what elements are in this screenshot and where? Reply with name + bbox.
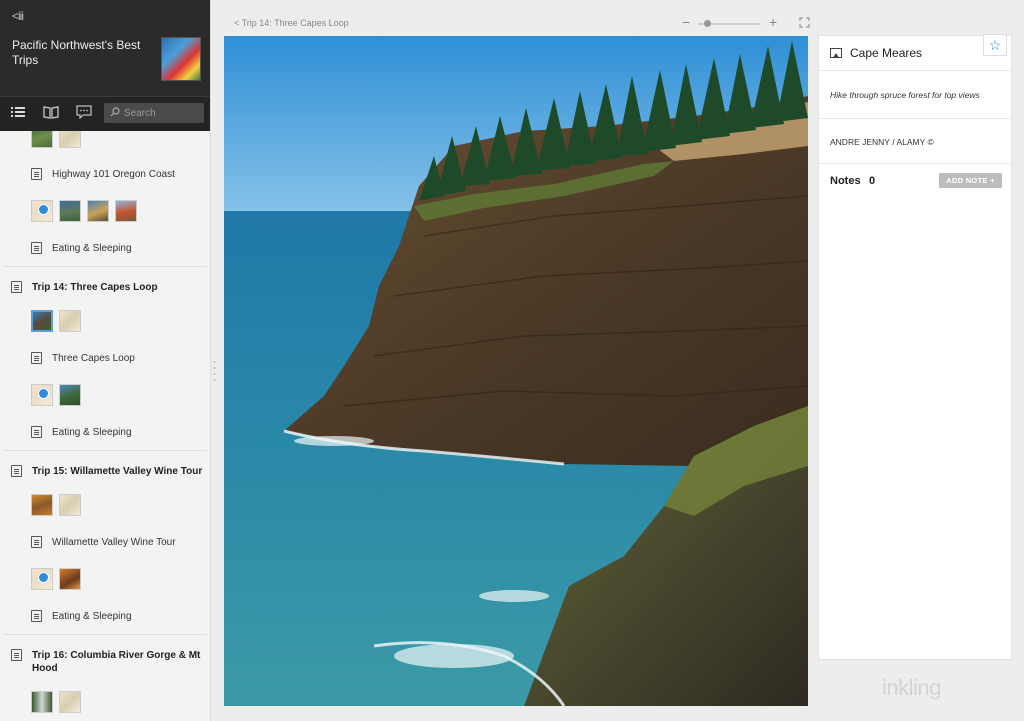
notes-label: Notes: [830, 175, 861, 187]
star-icon: ☆: [988, 37, 1002, 53]
thumbnail-row: [4, 683, 207, 721]
zoom-in-button[interactable]: +: [769, 15, 777, 29]
thumbnail-map[interactable]: [31, 384, 53, 406]
toc-item-label: Willamette Valley Wine Tour: [52, 536, 176, 548]
document-icon: [11, 465, 22, 477]
image-info-panel: ☆ Cape Meares Hike through spruce forest…: [818, 34, 1012, 660]
thumbnail-map[interactable]: [59, 691, 81, 713]
fullscreen-icon[interactable]: [799, 17, 810, 28]
add-note-button[interactable]: ADD NOTE +: [939, 173, 1002, 188]
document-icon: [31, 352, 42, 364]
thumbnail-photo[interactable]: [31, 691, 53, 713]
sidebar-toolbar: [0, 96, 210, 131]
toc-item-eating-sleeping[interactable]: Eating & Sleeping: [0, 230, 210, 266]
book-title: Pacific Northwest's Best Trips: [12, 38, 141, 67]
chapter-heading[interactable]: Trip 16: Columbia River Gorge & Mt Hood: [4, 635, 207, 683]
thumbnail-row: [4, 486, 207, 524]
book-icon[interactable]: [42, 105, 60, 123]
thumbnail-row: [4, 302, 207, 340]
image-caption: Hike through spruce forest for top views: [830, 90, 980, 100]
thumbnail-photo[interactable]: [115, 200, 137, 222]
image-title: Cape Meares: [850, 46, 923, 60]
table-of-contents: Highway 101 Oregon Coast Eating & Sleepi…: [0, 118, 210, 721]
toc-item-label: Eating & Sleeping: [52, 426, 132, 438]
toc-item-willamette-wine-tour[interactable]: Willamette Valley Wine Tour: [4, 524, 207, 560]
chapter-heading[interactable]: Trip 14: Three Capes Loop: [4, 267, 207, 302]
chapter-heading[interactable]: Trip 15: Willamette Valley Wine Tour: [4, 451, 207, 486]
thumbnail-row: [4, 376, 207, 414]
inkling-logo: inkling: [882, 675, 941, 700]
toc-item-label: Eating & Sleeping: [52, 242, 132, 254]
thumbnail-row: [0, 192, 210, 230]
thumbnail-photo[interactable]: [59, 200, 81, 222]
book-header: <iii Pacific Northwest's Best Trips: [0, 0, 210, 131]
search-input[interactable]: [124, 107, 204, 119]
thumbnail-photo[interactable]: [87, 200, 109, 222]
document-icon: [31, 168, 42, 180]
toc-item-label: Eating & Sleeping: [52, 610, 132, 622]
divider: [819, 118, 1011, 119]
document-icon: [31, 536, 42, 548]
toc-item-three-capes-loop[interactable]: Three Capes Loop: [4, 340, 207, 376]
thumbnail-photo[interactable]: [31, 494, 53, 516]
thumbnail-photo-selected[interactable]: [31, 310, 53, 332]
document-icon: [11, 649, 22, 661]
toc-item-label: Three Capes Loop: [52, 352, 135, 364]
document-icon: [11, 281, 22, 293]
bookmark-star-button[interactable]: ☆: [983, 34, 1007, 56]
thumbnail-map[interactable]: [59, 494, 81, 516]
chapter-title: Trip 16: Columbia River Gorge & Mt Hood: [32, 650, 201, 674]
document-icon: [31, 242, 42, 254]
toc-item-highway-101[interactable]: Highway 101 Oregon Coast: [0, 156, 210, 192]
zoom-slider-thumb[interactable]: [703, 20, 711, 27]
image-icon: [830, 48, 842, 58]
thumbnail-row: [4, 560, 207, 598]
toc-item-eating-sleeping[interactable]: Eating & Sleeping: [4, 414, 207, 450]
sidebar: <iii Pacific Northwest's Best Trips Sear…: [0, 0, 211, 721]
thumbnail-map[interactable]: [31, 568, 53, 590]
search-icon: [110, 106, 120, 120]
chapter-trip-15: Trip 15: Willamette Valley Wine Tour Wil…: [4, 450, 207, 634]
chapter-trip-16: Trip 16: Columbia River Gorge & Mt Hood: [4, 634, 207, 721]
toc-list-icon[interactable]: [9, 105, 27, 123]
document-icon: [31, 426, 42, 438]
chapter-title: Trip 14: Three Capes Loop: [32, 282, 158, 293]
library-back-button[interactable]: <iii: [12, 9, 24, 23]
thumbnail-photo[interactable]: [59, 384, 81, 406]
thumbnail-photo[interactable]: [59, 568, 81, 590]
chat-icon[interactable]: [75, 105, 93, 123]
search-box[interactable]: [104, 103, 204, 123]
zoom-out-button[interactable]: −: [682, 15, 690, 29]
notes-count: 0: [869, 175, 876, 187]
thumbnail-map[interactable]: [31, 200, 53, 222]
cape-meares-photo[interactable]: [224, 36, 808, 706]
divider: [819, 163, 1011, 164]
book-cover-thumbnail: [161, 37, 201, 81]
breadcrumb-back-link[interactable]: < Trip 14: Three Capes Loop: [234, 18, 349, 28]
thumbnail-map[interactable]: [59, 310, 81, 332]
divider: [819, 70, 1011, 71]
toc-item-eating-sleeping[interactable]: Eating & Sleeping: [4, 598, 207, 634]
chapter-title: Trip 15: Willamette Valley Wine Tour: [32, 466, 203, 477]
info-title-row: Cape Meares: [830, 46, 922, 60]
chapter-trip-14: Trip 14: Three Capes Loop Three Capes Lo…: [4, 266, 207, 450]
image-toolbar: < Trip 14: Three Capes Loop − +: [224, 14, 810, 34]
zoom-slider[interactable]: [698, 20, 760, 27]
document-icon: [31, 610, 42, 622]
image-credit: ANDRE JENNY / ALAMY ©: [830, 137, 934, 147]
toc-item-label: Highway 101 Oregon Coast: [52, 168, 175, 180]
